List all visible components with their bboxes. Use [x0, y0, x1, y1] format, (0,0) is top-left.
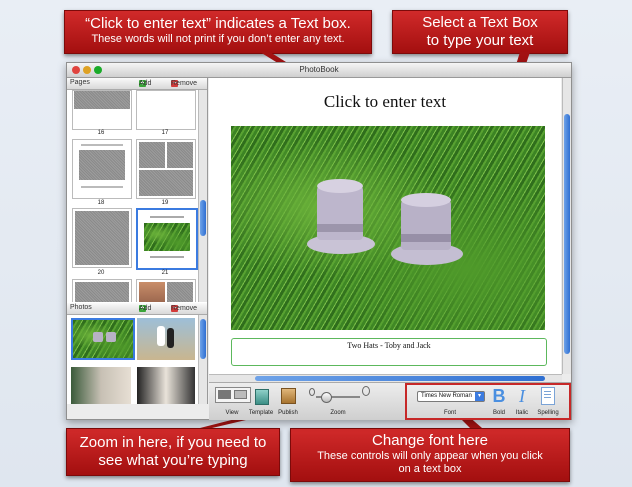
pages-header-label: Pages [70, 79, 90, 86]
pages-header: Pages + Add − Remove [67, 78, 207, 90]
photos-header-label: Photos [70, 304, 92, 311]
page-number: 17 [161, 130, 169, 136]
photo-couple[interactable] [137, 367, 195, 404]
font-select[interactable]: Times New Roman ▾ [417, 391, 485, 402]
page-number: 18 [97, 200, 105, 206]
page-number: 16 [97, 130, 105, 136]
page-thumb-18[interactable] [72, 208, 132, 268]
title-text-box[interactable]: Click to enter text [209, 92, 561, 112]
hats-illustration [307, 179, 463, 265]
font-label: Font [443, 410, 456, 416]
pages-scrollbar[interactable] [198, 90, 207, 302]
photos-add-label: Add [139, 305, 152, 312]
caption-text: Two Hats - Toby and Jack [347, 341, 431, 350]
zoom-label: Zoom [330, 410, 346, 416]
photos-scroll-knob[interactable] [200, 319, 206, 359]
view-button[interactable] [215, 387, 251, 403]
canvas-vscroll-knob[interactable] [564, 114, 570, 354]
page-thumb-17[interactable] [136, 139, 196, 199]
photos-list[interactable] [67, 315, 198, 404]
photo-group[interactable] [71, 367, 131, 404]
page-thumb-16[interactable] [72, 139, 132, 199]
chevron-down-icon: ▾ [475, 392, 484, 401]
page-number: 19 [161, 200, 169, 206]
pages-remove-label: Remove [171, 80, 198, 87]
main-photo[interactable] [231, 126, 545, 330]
pages-list[interactable]: 16 17 18 19 20 21 [67, 90, 198, 302]
page-thumb-16-prev[interactable] [136, 90, 196, 130]
photo-two-hats[interactable] [71, 318, 135, 360]
canvas-horizontal-scrollbar[interactable] [209, 374, 562, 382]
photos-remove-label: Remove [171, 305, 198, 312]
toolbar: View Template Publish Zoom Times New Rom… [209, 382, 571, 420]
page-thumb-20[interactable] [72, 279, 132, 302]
title-bar[interactable]: PhotoBook [67, 63, 571, 78]
photos-header: Photos + Add − Remove [67, 303, 207, 315]
window-title: PhotoBook [299, 65, 339, 74]
zoom-in-icon[interactable] [362, 386, 370, 396]
page-canvas: Click to enter text Two Hats - Toby and … [209, 78, 561, 374]
bold-label: Bold [492, 410, 505, 416]
canvas-hscroll-knob[interactable] [255, 376, 545, 381]
pages-add-label: Add [139, 80, 152, 87]
italic-label: Italic [515, 410, 529, 416]
spelling-label: Spelling [537, 410, 559, 416]
left-pane: Pages + Add − Remove 16 17 18 19 20 21 P… [67, 78, 208, 404]
page-thumb-15[interactable] [72, 90, 132, 130]
photo-wedding-dance[interactable] [137, 318, 195, 360]
page-thumb-21[interactable] [136, 279, 196, 302]
zoom-slider-thumb[interactable] [320, 392, 332, 403]
page-number: 21 [161, 270, 169, 276]
canvas-vertical-scrollbar[interactable] [562, 78, 571, 374]
italic-button[interactable]: I [515, 386, 529, 406]
font-select-value: Times New Roman [421, 393, 472, 399]
publish-icon[interactable] [281, 388, 296, 404]
view-label: View [225, 410, 239, 416]
single-page-view-icon [218, 390, 231, 399]
page-number: 20 [97, 270, 105, 276]
caption-text-box[interactable]: Two Hats - Toby and Jack [231, 338, 547, 366]
two-page-view-icon [234, 390, 247, 399]
spelling-button[interactable] [541, 387, 555, 405]
template-icon[interactable] [255, 389, 269, 405]
publish-label: Publish [278, 410, 298, 416]
spelling-check-icon [544, 391, 551, 392]
page-thumb-19-selected[interactable] [136, 208, 198, 270]
pages-scroll-knob[interactable] [200, 200, 206, 236]
zoom-out-icon[interactable] [309, 388, 315, 396]
photobook-window: PhotoBook Pages + Add − Remove 16 17 18 … [66, 62, 572, 420]
photos-scrollbar[interactable] [198, 315, 207, 404]
bold-button[interactable]: B [491, 386, 507, 406]
